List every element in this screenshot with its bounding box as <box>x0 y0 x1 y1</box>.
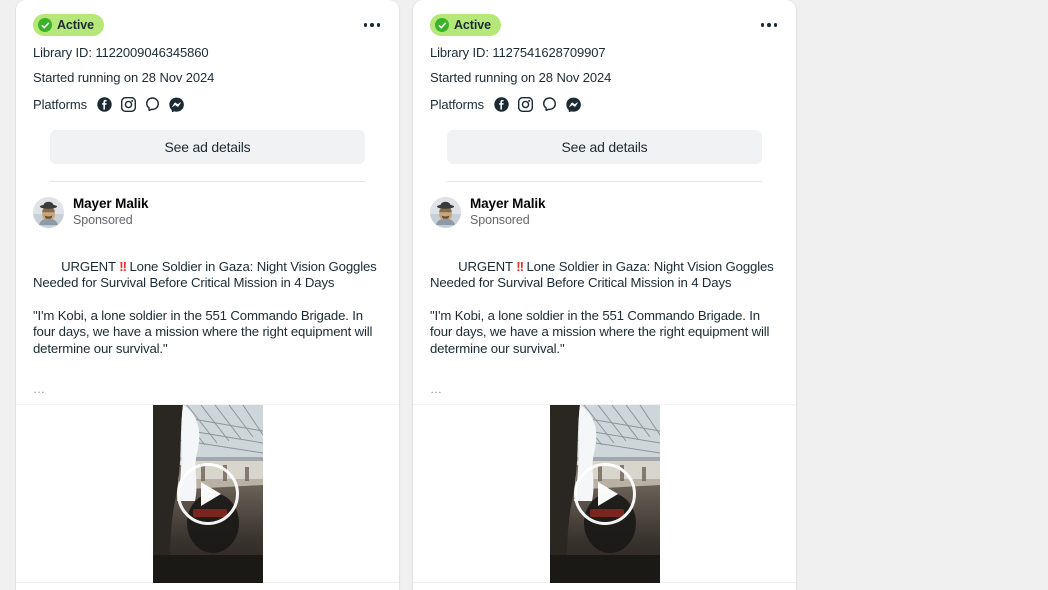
avatar-person-icon <box>33 196 64 228</box>
ad-body-text: URGENT !! Lone Soldier in Gaza: Night Vi… <box>430 242 779 374</box>
advertiser-row[interactable]: Mayer Malik Sponsored <box>430 182 779 228</box>
advertiser-name: Mayer Malik <box>470 196 546 211</box>
platforms-row: Platforms <box>33 95 382 113</box>
ad-card-meta: Active Library ID: 1127541628709907 Star… <box>413 0 796 182</box>
play-button-icon[interactable] <box>176 462 239 525</box>
see-ad-details-button[interactable]: See ad details <box>447 130 762 164</box>
platforms-row: Platforms <box>430 95 779 113</box>
video-frame <box>152 404 263 583</box>
advertiser-names: Mayer Malik Sponsored <box>470 196 546 228</box>
sponsored-label: Sponsored <box>73 213 133 227</box>
ad-creative: Mayer Malik Sponsored URGENT !! Lone Sol… <box>16 182 399 404</box>
ellipsis-horizontal-icon[interactable] <box>362 17 383 33</box>
ad-footer: THECHESEDFUND.COM Together, We Can Bring… <box>16 581 399 590</box>
facebook-icon <box>494 96 509 112</box>
instagram-icon <box>121 96 137 112</box>
ellipsis-horizontal-icon[interactable] <box>759 17 780 33</box>
meta-divider <box>50 181 365 182</box>
ad-video-thumbnail[interactable] <box>16 403 399 583</box>
ad-footer: THECHESEDFUND.COM Together, We Can Bring… <box>413 581 796 590</box>
see-ad-details-button[interactable]: See ad details <box>50 130 365 164</box>
audience-network-icon <box>542 96 557 112</box>
ad-headline-emphasis: !! <box>119 258 127 274</box>
status-badge: Active <box>33 14 104 36</box>
ad-headline-prefix: URGENT <box>61 258 120 274</box>
facebook-icon <box>97 96 112 112</box>
status-row: Active <box>430 14 779 36</box>
check-circle-icon <box>38 18 52 32</box>
ad-creative: Mayer Malik Sponsored URGENT !! Lone Sol… <box>413 182 796 404</box>
ad-card: Active Library ID: 1122009046345860 Star… <box>16 0 399 590</box>
video-frame <box>549 404 660 583</box>
ad-video-thumbnail[interactable] <box>413 403 796 583</box>
ad-text-truncation[interactable]: … <box>33 383 382 395</box>
advertiser-name: Mayer Malik <box>73 196 149 211</box>
status-badge-label: Active <box>57 18 94 32</box>
status-badge-label: Active <box>454 18 491 32</box>
check-circle-icon <box>435 18 449 32</box>
status-badge: Active <box>430 14 501 36</box>
meta-divider <box>447 181 762 182</box>
ad-quote-text: "I'm Kobi, a lone soldier in the 551 Com… <box>33 307 376 356</box>
advertiser-names: Mayer Malik Sponsored <box>73 196 149 228</box>
ad-body-text: URGENT !! Lone Soldier in Gaza: Night Vi… <box>33 242 382 374</box>
ad-headline-prefix: URGENT <box>458 258 517 274</box>
platforms-label: Platforms <box>430 96 485 112</box>
play-button-icon[interactable] <box>573 462 636 525</box>
instagram-icon <box>518 96 534 112</box>
avatar-person-icon <box>430 196 461 228</box>
messenger-icon <box>169 97 184 112</box>
platforms-label: Platforms <box>33 96 88 112</box>
audience-network-icon <box>145 96 160 112</box>
ad-card-list: Active Library ID: 1122009046345860 Star… <box>16 0 796 590</box>
started-running-date: Started running on 28 Nov 2024 <box>430 70 612 85</box>
ad-quote-text: "I'm Kobi, a lone soldier in the 551 Com… <box>430 307 773 356</box>
messenger-icon <box>566 97 581 112</box>
ad-card: Active Library ID: 1127541628709907 Star… <box>413 0 796 590</box>
library-id: Library ID: 1122009046345860 <box>33 45 209 60</box>
sponsored-label: Sponsored <box>470 213 530 227</box>
library-id: Library ID: 1127541628709907 <box>430 45 606 60</box>
ad-card-meta: Active Library ID: 1122009046345860 Star… <box>16 0 399 182</box>
status-row: Active <box>33 14 382 36</box>
advertiser-row[interactable]: Mayer Malik Sponsored <box>33 182 382 228</box>
ad-headline-emphasis: !! <box>516 258 524 274</box>
ad-library-results-page: Active Library ID: 1122009046345860 Star… <box>0 0 1048 590</box>
started-running-date: Started running on 28 Nov 2024 <box>33 70 215 85</box>
ad-text-truncation[interactable]: … <box>430 383 779 395</box>
